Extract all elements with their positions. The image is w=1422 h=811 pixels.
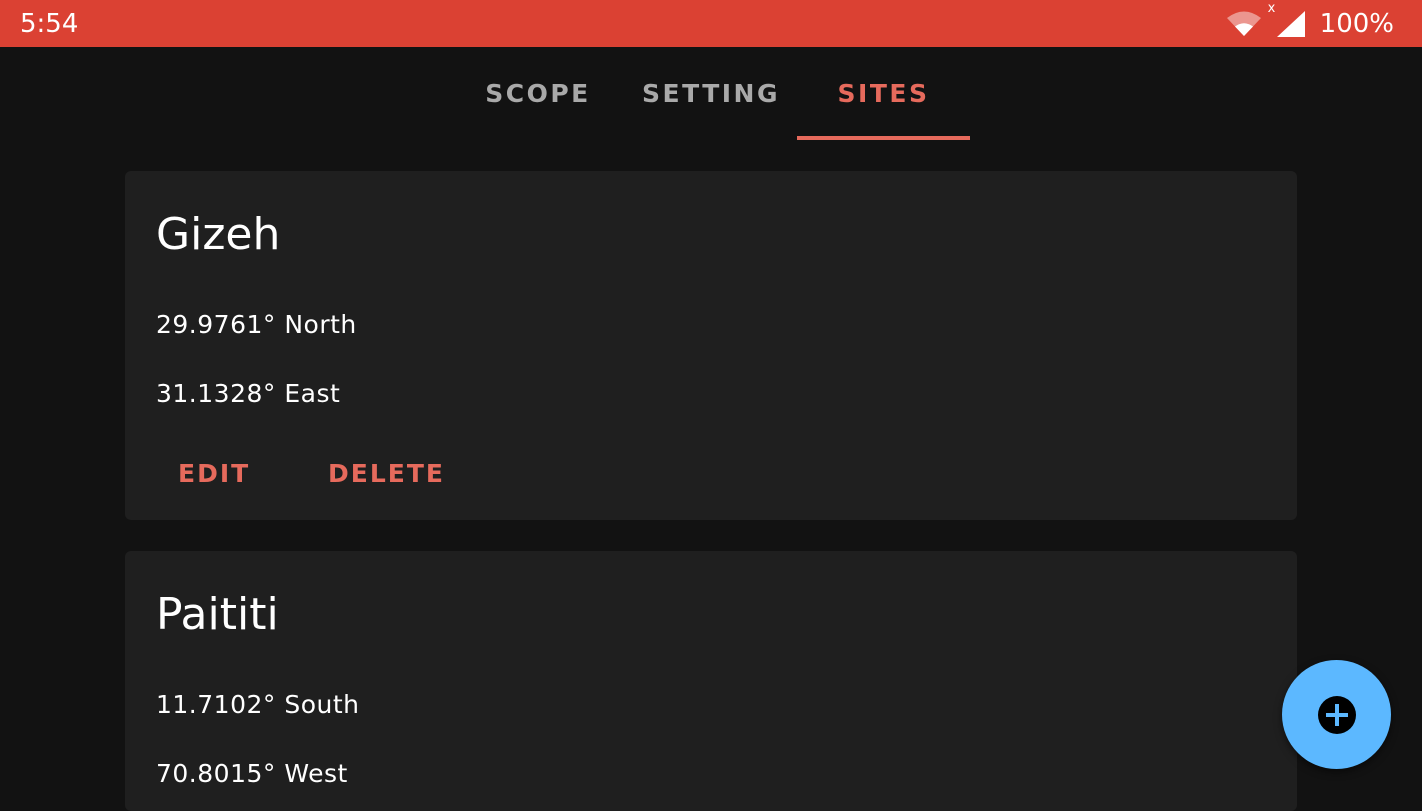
signal-icon: x <box>1268 2 1306 38</box>
site-card: Paititi 11.7102° South 70.8015° West <box>125 551 1297 811</box>
site-longitude: 31.1328° East <box>156 379 341 408</box>
delete-button[interactable]: DELETE <box>328 459 445 489</box>
site-longitude: 70.8015° West <box>156 759 348 788</box>
tab-setting[interactable]: SETTING <box>630 47 792 140</box>
site-name: Gizeh <box>156 209 281 260</box>
tab-sites[interactable]: SITES <box>797 47 970 140</box>
tab-indicator <box>797 136 970 140</box>
battery-level: 100% <box>1319 9 1394 39</box>
site-name: Paititi <box>156 589 279 640</box>
status-time: 5:54 <box>20 9 79 39</box>
site-latitude: 11.7102° South <box>156 690 360 719</box>
site-latitude: 29.9761° North <box>156 310 357 339</box>
add-site-button[interactable] <box>1282 660 1391 769</box>
tab-scope[interactable]: SCOPE <box>470 47 606 140</box>
site-card: Gizeh 29.9761° North 31.1328° East EDIT … <box>125 171 1297 520</box>
tab-bar: SCOPE SETTING SITES <box>0 47 1422 143</box>
add-icon <box>1317 695 1356 734</box>
status-bar: 5:54 x 100% <box>0 0 1422 47</box>
edit-button[interactable]: EDIT <box>178 459 250 489</box>
signal-badge: x <box>1267 1 1276 16</box>
status-icons: x 100% <box>1226 2 1394 40</box>
wifi-icon <box>1226 11 1261 36</box>
